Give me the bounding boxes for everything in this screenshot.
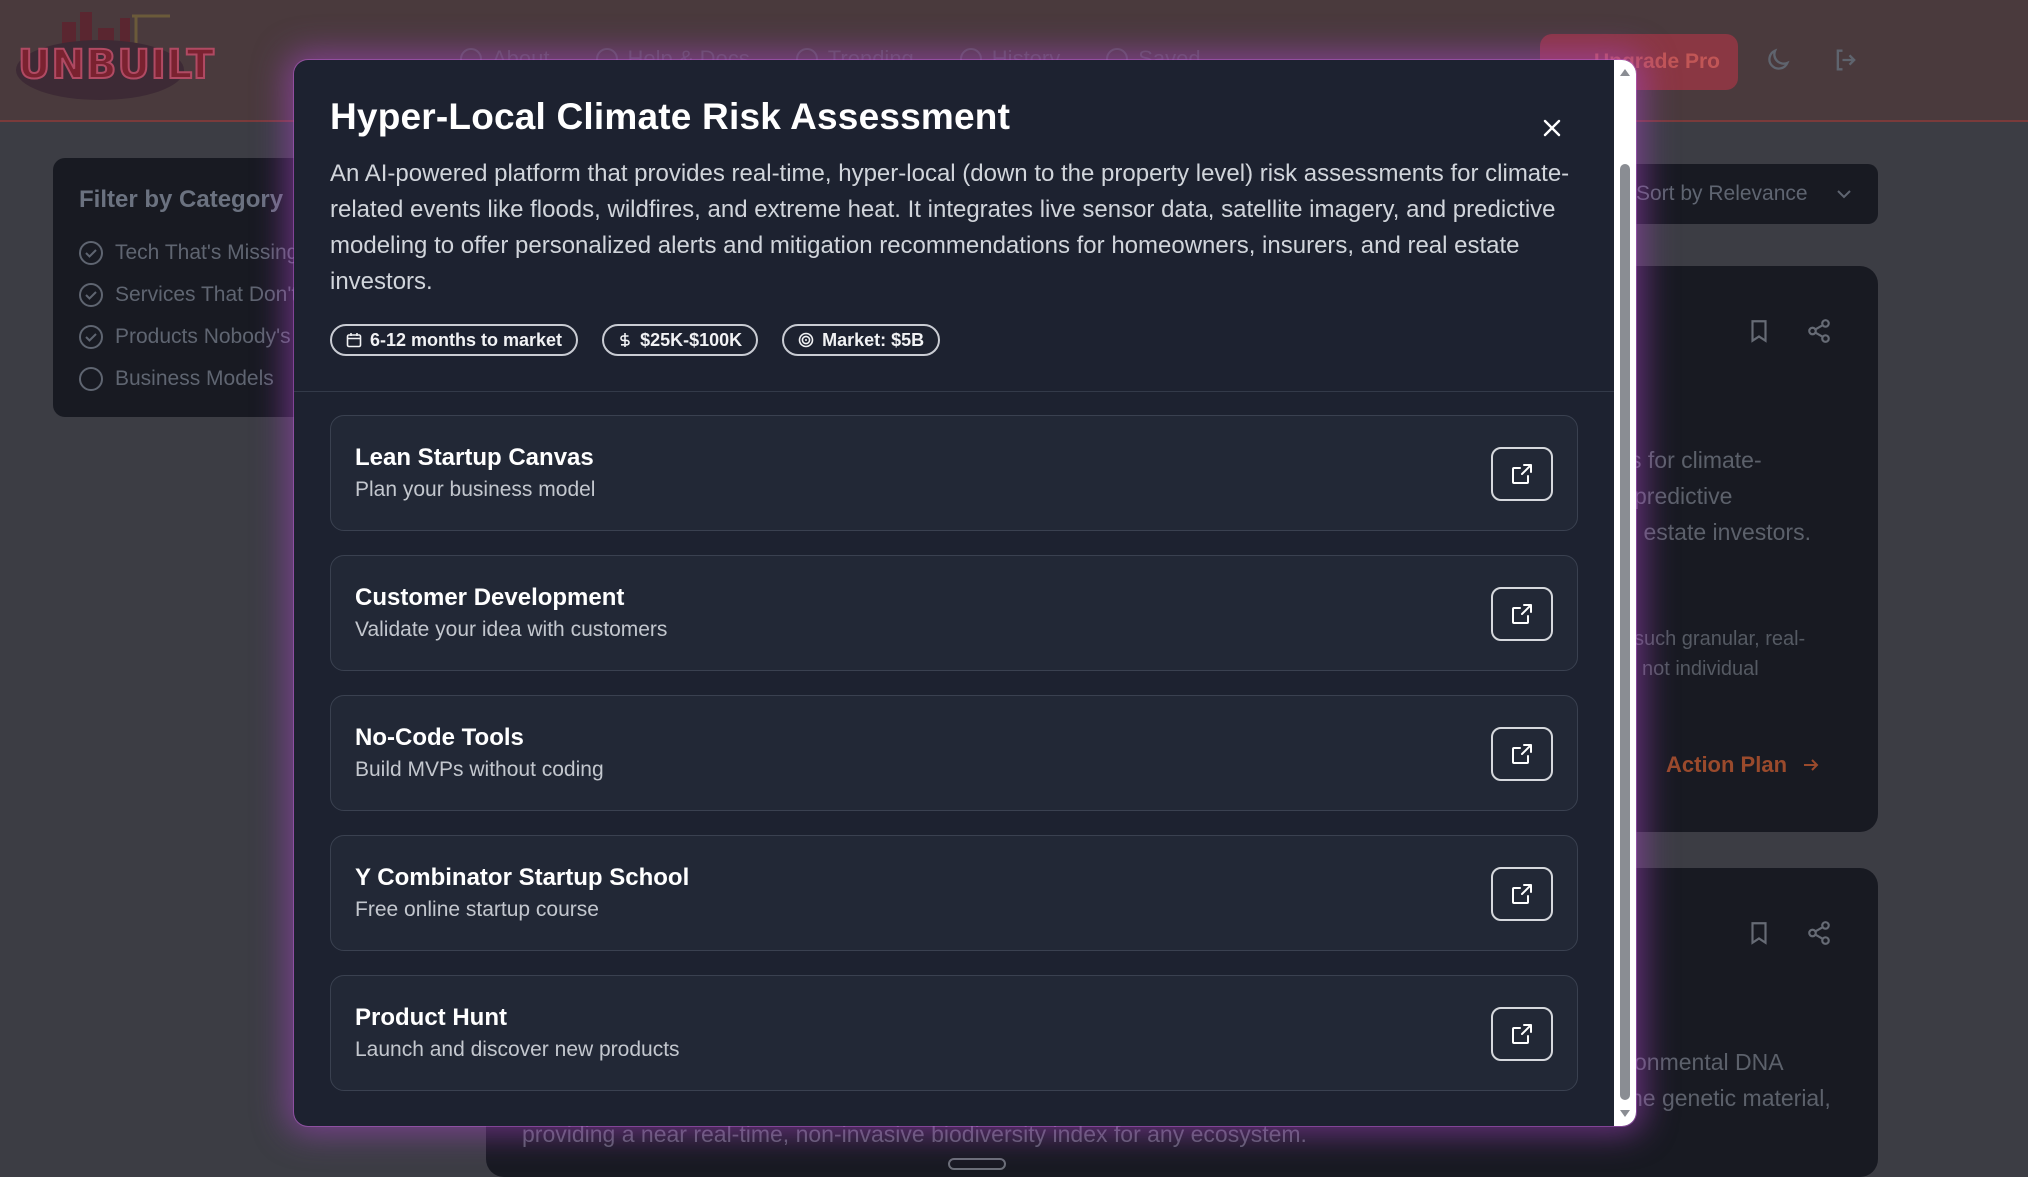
filter-item-business-models[interactable]: Business Models [79, 358, 287, 400]
filter-item-services[interactable]: Services That Don't [79, 274, 297, 316]
calendar-icon [346, 333, 362, 348]
check-circle-icon [79, 325, 103, 349]
moon-icon[interactable] [1764, 46, 1792, 74]
filter-item-label: Products Nobody's [115, 325, 291, 348]
card-description-line: l estate investors. [1632, 519, 1811, 545]
resource-subtitle: Free online startup course [355, 898, 599, 921]
check-circle-icon [79, 241, 103, 265]
resource-card-product-hunt[interactable]: Product Hunt Launch and discover new pro… [330, 975, 1578, 1091]
card-note-line: such granular, real- [1634, 628, 1806, 650]
resource-subtitle: Plan your business model [355, 478, 596, 501]
dollar-icon [620, 333, 630, 347]
modal-description: An AI-powered platform that provides rea… [330, 160, 1570, 295]
tag-label: $25K-$100K [640, 329, 743, 350]
filter-item-label: Business Models [115, 367, 274, 390]
bookmark-icon[interactable] [1746, 920, 1772, 946]
external-link-icon [1512, 884, 1532, 904]
external-link-icon [1512, 464, 1532, 484]
resource-list: Lean Startup Canvas Plan your business m… [330, 415, 1578, 1115]
external-link-icon [1512, 1024, 1532, 1044]
open-resource-button[interactable] [1491, 447, 1553, 501]
external-link-icon [1512, 604, 1532, 624]
scroll-down-arrow-icon[interactable] [1619, 1108, 1631, 1120]
share-icon[interactable] [1806, 920, 1832, 946]
category-filter-panel: Filter by Category Tech That's Missing S… [53, 158, 313, 417]
filter-title: Filter by Category [79, 186, 284, 213]
external-link-icon [1512, 744, 1532, 764]
card-description-line: predictive [1634, 483, 1733, 509]
check-circle-icon [79, 283, 103, 307]
resource-title: Customer Development [355, 584, 625, 611]
resource-title: Lean Startup Canvas [355, 444, 594, 471]
card-description-line: s for climate- [1630, 447, 1762, 473]
open-resource-button[interactable] [1491, 1007, 1553, 1061]
open-resource-button[interactable] [1491, 867, 1553, 921]
share-icon[interactable] [1806, 318, 1832, 344]
resource-card-no-code-tools[interactable]: No-Code Tools Build MVPs without coding [330, 695, 1578, 811]
budget-badge: $25K-$100K [602, 324, 759, 356]
logo-text: UNBUILT [17, 41, 215, 89]
filter-item-label: Services That Don't [115, 283, 298, 306]
sort-dropdown[interactable]: Sort by Relevance [1600, 164, 1878, 224]
logout-icon[interactable] [1832, 46, 1860, 74]
chevron-down-icon [1837, 190, 1851, 199]
market-size-badge: Market: $5B [782, 324, 941, 356]
resource-title: Y Combinator Startup School [355, 864, 690, 891]
filter-item-tech[interactable]: Tech That's Missing [79, 232, 298, 274]
card-description-line: ne genetic material, [1630, 1085, 1831, 1111]
card-note-line: not individual [1642, 658, 1759, 680]
sort-dropdown-value: Sort by Relevance [1636, 182, 1808, 205]
resource-card-yc-startup-school[interactable]: Y Combinator Startup School Free online … [330, 835, 1578, 951]
open-resource-button[interactable] [1491, 727, 1553, 781]
arrow-right-icon [1804, 759, 1819, 771]
target-icon [798, 332, 814, 348]
close-icon [1543, 119, 1561, 137]
page-scroll-indicator [948, 1158, 1006, 1170]
unbuilt-logo[interactable]: UNBUILT [12, 8, 215, 112]
empty-circle-icon [79, 367, 103, 391]
resource-subtitle: Launch and discover new products [355, 1038, 680, 1061]
resource-card-lean-startup-canvas[interactable]: Lean Startup Canvas Plan your business m… [330, 415, 1578, 531]
modal-header: Hyper-Local Climate Risk Assessment [330, 96, 1570, 138]
card-description-line: onmental DNA [1634, 1049, 1784, 1075]
bookmark-icon[interactable] [1746, 318, 1772, 344]
close-button[interactable] [1534, 110, 1570, 146]
scroll-up-arrow-icon[interactable] [1619, 66, 1631, 78]
filter-item-products[interactable]: Products Nobody's [79, 316, 291, 358]
action-plan-label: Action Plan [1666, 752, 1788, 777]
modal-title: Hyper-Local Climate Risk Assessment [330, 96, 1011, 137]
tag-label: 6-12 months to market [370, 329, 563, 350]
modal-scrollbar[interactable] [1614, 60, 1636, 1126]
idea-detail-modal: Hyper-Local Climate Risk Assessment An A… [294, 60, 1636, 1126]
tag-label: Market: $5B [822, 329, 925, 350]
section-divider [294, 391, 1614, 392]
resource-subtitle: Build MVPs without coding [355, 758, 604, 781]
open-resource-button[interactable] [1491, 587, 1553, 641]
resource-subtitle: Validate your idea with customers [355, 618, 668, 641]
resource-title: No-Code Tools [355, 724, 524, 751]
scrollbar-thumb[interactable] [1620, 164, 1630, 1100]
idea-tags: 6-12 months to market $25K-$100K Market:… [330, 324, 941, 356]
action-plan-link[interactable]: Action Plan [1666, 752, 1821, 778]
resource-title: Product Hunt [355, 1004, 507, 1031]
filter-item-label: Tech That's Missing [115, 241, 299, 264]
resource-card-customer-development[interactable]: Customer Development Validate your idea … [330, 555, 1578, 671]
time-to-market-badge: 6-12 months to market [330, 324, 579, 356]
